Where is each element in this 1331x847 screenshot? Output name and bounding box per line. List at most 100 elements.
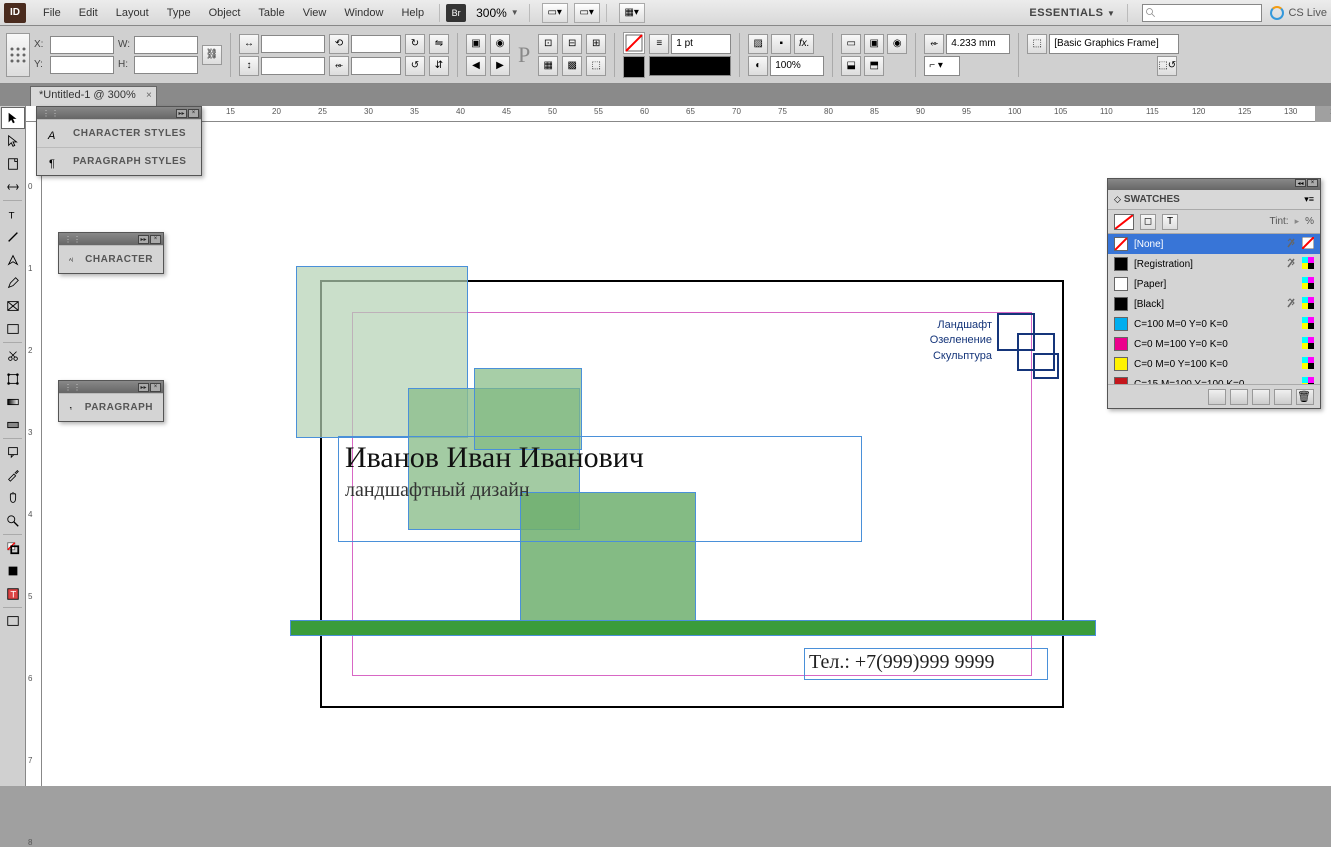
scale-y-button[interactable]: ↕ bbox=[239, 56, 259, 76]
cs-live-button[interactable]: CS Live bbox=[1270, 6, 1327, 20]
new-swatch-button[interactable] bbox=[1274, 389, 1292, 405]
menu-view[interactable]: View bbox=[294, 3, 336, 23]
menu-object[interactable]: Object bbox=[200, 3, 250, 23]
show-color-button[interactable] bbox=[1230, 389, 1248, 405]
rotate-cw-button[interactable]: ↻ bbox=[405, 34, 425, 54]
fill-swatch[interactable] bbox=[623, 32, 645, 54]
flip-h-button[interactable]: ⇋ bbox=[429, 34, 449, 54]
collapse-icon[interactable]: ▸▸ bbox=[138, 235, 149, 244]
show-all-button[interactable] bbox=[1208, 389, 1226, 405]
menu-table[interactable]: Table bbox=[249, 3, 293, 23]
panel-header[interactable]: ⋮⋮ ▸▸ × bbox=[37, 107, 201, 119]
view-options-button[interactable]: ▦▾ bbox=[619, 3, 645, 23]
constrain-icon[interactable]: ⛓ bbox=[202, 45, 222, 65]
close-icon[interactable]: × bbox=[146, 90, 152, 101]
swatch-item[interactable]: [Paper] bbox=[1108, 274, 1320, 294]
direct-selection-tool[interactable] bbox=[1, 130, 25, 152]
delete-swatch-button[interactable]: 🗑 bbox=[1296, 389, 1314, 405]
fill-stroke-swap[interactable] bbox=[1, 537, 25, 559]
center-content-button[interactable]: ⊞ bbox=[586, 34, 606, 54]
stroke-weight-input[interactable]: 1 pt bbox=[671, 34, 731, 54]
name-text-frame[interactable]: Иванов Иван Иванович ландшафтный дизайн bbox=[338, 436, 862, 542]
rotate-button[interactable]: ⟲ bbox=[329, 34, 349, 54]
fit-prop-button[interactable]: ▩ bbox=[562, 56, 582, 76]
scale-x-input[interactable] bbox=[261, 35, 325, 53]
object-style-dropdown[interactable]: [Basic Graphics Frame] bbox=[1049, 34, 1179, 54]
rotate-ccw-button[interactable]: ↺ bbox=[405, 56, 425, 76]
menu-edit[interactable]: Edit bbox=[70, 3, 107, 23]
panel-header[interactable]: ◂◂ × bbox=[1108, 179, 1320, 190]
fill-frame-button[interactable]: ▦ bbox=[538, 56, 558, 76]
vertical-ruler[interactable]: 012345678 bbox=[26, 122, 42, 786]
text-wrap-jump[interactable]: ⬓ bbox=[841, 56, 861, 76]
shear-input[interactable] bbox=[351, 57, 401, 75]
fit-frame-button[interactable]: ⊟ bbox=[562, 34, 582, 54]
panel-header[interactable]: ⋮⋮ ▸▸ × bbox=[59, 233, 163, 245]
free-transform-tool[interactable] bbox=[1, 368, 25, 390]
text-wrap-none[interactable]: ▭ bbox=[841, 34, 861, 54]
paragraph-styles-row[interactable]: ¶ PARAGRAPH STYLES bbox=[37, 147, 201, 175]
scale-y-input[interactable] bbox=[261, 57, 325, 75]
arrange-button[interactable]: ▭▾ bbox=[574, 3, 600, 23]
auto-fit-button[interactable]: ⬚ bbox=[586, 56, 606, 76]
selection-tool[interactable] bbox=[1, 107, 25, 129]
x-input[interactable] bbox=[50, 36, 114, 54]
corner-shape-dropdown[interactable]: ⌐ ▾ bbox=[924, 56, 960, 76]
close-icon[interactable]: × bbox=[188, 109, 199, 118]
character-panel[interactable]: ⋮⋮ ▸▸ × A| CHARACTER bbox=[58, 232, 164, 274]
formatting-text-icon[interactable]: T bbox=[1162, 214, 1178, 230]
swatch-item[interactable]: [Black] bbox=[1108, 294, 1320, 314]
scissors-tool[interactable] bbox=[1, 345, 25, 367]
y-input[interactable] bbox=[50, 56, 114, 74]
hand-tool[interactable] bbox=[1, 487, 25, 509]
collapse-icon[interactable]: ◂◂ bbox=[1295, 179, 1306, 187]
swatch-item[interactable]: C=0 M=100 Y=0 K=0 bbox=[1108, 334, 1320, 354]
menu-window[interactable]: Window bbox=[335, 3, 392, 23]
swatch-item[interactable]: C=0 M=0 Y=100 K=0 bbox=[1108, 354, 1320, 374]
apply-color-button[interactable] bbox=[1, 560, 25, 582]
paragraph-panel[interactable]: ⋮⋮ ▸▸ × ¶ PARAGRAPH bbox=[58, 380, 164, 422]
page-tool[interactable] bbox=[1, 153, 25, 175]
zoom-level[interactable]: 300% ▼ bbox=[476, 6, 523, 20]
swatch-item[interactable]: [Registration] bbox=[1108, 254, 1320, 274]
scale-x-button[interactable]: ↔ bbox=[239, 34, 259, 54]
menu-file[interactable]: File bbox=[34, 3, 70, 23]
swatch-item[interactable]: [None] bbox=[1108, 234, 1320, 254]
show-gradient-button[interactable] bbox=[1252, 389, 1270, 405]
reference-point[interactable] bbox=[6, 33, 30, 77]
menu-help[interactable]: Help bbox=[392, 3, 433, 23]
fill-chip[interactable] bbox=[1114, 214, 1134, 230]
workspace-switcher[interactable]: ESSENTIALS ▼ bbox=[1029, 7, 1115, 19]
opacity-input[interactable]: 100% bbox=[770, 56, 824, 76]
character-styles-row[interactable]: A CHARACTER STYLES bbox=[37, 119, 201, 147]
note-tool[interactable] bbox=[1, 441, 25, 463]
text-wrap-bbox[interactable]: ▣ bbox=[864, 34, 884, 54]
clear-overrides-button[interactable]: ⬚↺ bbox=[1157, 56, 1177, 76]
screen-mode-button[interactable]: ▭▾ bbox=[542, 3, 568, 23]
collapse-icon[interactable]: ▸▸ bbox=[176, 109, 187, 118]
menu-layout[interactable]: Layout bbox=[107, 3, 158, 23]
paragraph-panel-row[interactable]: ¶ PARAGRAPH bbox=[59, 393, 163, 421]
pen-tool[interactable] bbox=[1, 249, 25, 271]
fit-content-button[interactable]: ⊡ bbox=[538, 34, 558, 54]
rectangle-frame-tool[interactable] bbox=[1, 295, 25, 317]
w-input[interactable] bbox=[134, 36, 198, 54]
shear-button[interactable]: ⬰ bbox=[329, 56, 349, 76]
swatches-panel[interactable]: ◂◂ × ◇ SWATCHES ▾≡ ◻ T Tint: ▸ % [None][… bbox=[1107, 178, 1321, 409]
select-content-button[interactable]: ◉ bbox=[490, 34, 510, 54]
collapse-icon[interactable]: ▸▸ bbox=[138, 383, 149, 392]
character-panel-row[interactable]: A| CHARACTER bbox=[59, 245, 163, 273]
stroke-style-dropdown[interactable]: — bbox=[649, 56, 731, 76]
close-icon[interactable]: × bbox=[150, 383, 161, 392]
swatch-item[interactable]: C=100 M=0 Y=0 K=0 bbox=[1108, 314, 1320, 334]
panel-menu-icon[interactable]: ▾≡ bbox=[1304, 194, 1314, 205]
text-wrap-shape[interactable]: ◉ bbox=[887, 34, 907, 54]
formatting-text-button[interactable]: T bbox=[1, 583, 25, 605]
gradient-feather-tool[interactable] bbox=[1, 414, 25, 436]
green-bar[interactable] bbox=[290, 620, 1096, 636]
gradient-swatch-tool[interactable] bbox=[1, 391, 25, 413]
swatch-item[interactable]: C=15 M=100 Y=100 K=0 bbox=[1108, 374, 1320, 384]
phone-text-frame[interactable]: Тел.: +7(999)999 9999 bbox=[804, 648, 1048, 680]
formatting-container-icon[interactable]: ◻ bbox=[1140, 214, 1156, 230]
zoom-tool[interactable] bbox=[1, 510, 25, 532]
